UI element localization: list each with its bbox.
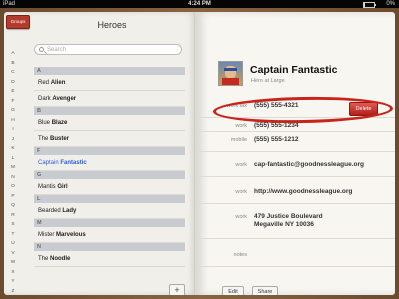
field-value-line2: Megaville NY 10036 <box>254 221 314 228</box>
group-title: Heroes <box>97 20 127 30</box>
contact-first-name: Dark <box>38 96 53 102</box>
contact-last-name: Buster <box>50 136 70 142</box>
index-letter[interactable]: A <box>7 49 19 59</box>
contact-last-name: Avenger <box>52 96 77 102</box>
search-placeholder: Search <box>47 47 67 53</box>
contact-last-name: Lady <box>62 208 77 214</box>
field-value: (555) 555-1212 <box>254 136 299 143</box>
index-letter[interactable]: C <box>7 68 19 78</box>
groups-button[interactable]: Groups <box>6 15 30 29</box>
field-label: work <box>235 214 247 220</box>
detail-field[interactable]: notes <box>196 247 395 267</box>
field-value: cap-fantastic@goodnessleague.org <box>254 161 364 168</box>
index-letter[interactable]: R <box>7 211 19 221</box>
contact-row[interactable]: Bearded Lady <box>34 203 185 219</box>
index-letter[interactable]: N <box>7 173 19 183</box>
field-label: work <box>235 189 247 195</box>
contact-name: Captain Fantastic <box>250 64 338 76</box>
index-letter[interactable]: Z <box>7 287 19 296</box>
contact-row[interactable]: Dark Avenger <box>34 91 185 107</box>
contact-row[interactable]: Captain Fantastic <box>34 155 185 171</box>
section-index[interactable]: ABCDEFGHIJKLMNOPQRSTUVWXYZ# <box>7 49 19 295</box>
address-book: Groups Heroes Search ABCDEFGHIJKLMNOPQRS… <box>0 8 399 299</box>
index-letter[interactable]: U <box>7 239 19 249</box>
index-letter[interactable]: E <box>7 87 19 97</box>
section-header: B <box>34 107 185 115</box>
index-letter[interactable]: I <box>7 125 19 135</box>
detail-field[interactable]: work 479 Justice Boulevard Megaville NY 10… <box>196 209 395 239</box>
index-letter[interactable]: D <box>7 78 19 88</box>
contact-row[interactable]: Blue Blaze <box>34 115 185 131</box>
contact-detail-page: Captain Fantastic Hero at Large work fax… <box>196 12 395 295</box>
contact-last-name: Fantastic <box>60 160 87 166</box>
contact-row[interactable]: Red Alien <box>34 75 185 91</box>
detail-field[interactable]: mobile (555) 555-1212 <box>196 132 395 152</box>
section-header: G <box>34 171 185 179</box>
search-input[interactable]: Search <box>34 44 182 55</box>
index-letter[interactable]: X <box>7 268 19 278</box>
index-letter[interactable]: W <box>7 258 19 268</box>
field-label: work <box>235 162 247 168</box>
index-letter[interactable]: G <box>7 106 19 116</box>
field-value: 479 Justice Boulevard <box>254 213 323 220</box>
avatar-body <box>222 78 239 85</box>
clock: 4:24 PM <box>188 1 211 7</box>
contact-last-name: Alien <box>50 80 66 86</box>
index-letter[interactable]: H <box>7 116 19 126</box>
section-header: A <box>34 67 185 75</box>
battery-fill <box>364 3 365 7</box>
index-letter[interactable]: Q <box>7 201 19 211</box>
contact-first-name: Bearded <box>38 208 63 214</box>
index-letter[interactable]: M <box>7 163 19 173</box>
detail-field[interactable]: work http://www.goodnessleague.org <box>196 184 395 204</box>
contact-first-name: Captain <box>38 160 61 166</box>
field-label: mobile <box>230 137 247 143</box>
index-letter[interactable]: L <box>7 154 19 164</box>
avatar-mask <box>224 68 237 71</box>
field-value: http://www.goodnessleague.org <box>254 188 353 195</box>
battery-percent: 0% <box>386 1 395 7</box>
status-bar: iPad 4:24 PM 0% <box>0 0 399 8</box>
contact-last-name: Marvelous <box>56 232 86 238</box>
index-letter[interactable]: F <box>7 97 19 107</box>
contact-first-name: The <box>38 256 51 262</box>
edit-button[interactable]: Edit <box>222 286 244 295</box>
contact-row[interactable]: The Noodle <box>34 251 185 267</box>
contact-row[interactable]: Mister Marvelous <box>34 227 185 243</box>
contact-row[interactable]: The Buster <box>34 131 185 147</box>
contact-first-name: Red <box>38 80 51 86</box>
contact-subtitle: Hero at Large <box>251 78 285 84</box>
field-label: work <box>235 123 247 129</box>
contact-first-name: Mantis <box>38 184 58 190</box>
field-label: notes <box>233 252 247 258</box>
index-letter[interactable]: J <box>7 135 19 145</box>
detail-field[interactable]: work cap-fantastic@goodnessleague.org <box>196 157 395 177</box>
index-letter[interactable]: S <box>7 220 19 230</box>
index-letter[interactable]: K <box>7 144 19 154</box>
contacts-list-page: Groups Heroes Search ABCDEFGHIJKLMNOPQRS… <box>4 12 196 295</box>
index-letter[interactable]: B <box>7 59 19 69</box>
contact-row[interactable]: Mantis Girl <box>34 179 185 195</box>
contact-first-name: Mister <box>38 232 56 238</box>
contact-first-name: Blue <box>38 120 52 126</box>
index-letter[interactable]: Y <box>7 277 19 287</box>
index-letter[interactable]: T <box>7 230 19 240</box>
section-header: M <box>34 219 185 227</box>
contact-last-name: Noodle <box>50 256 71 262</box>
section-header: F <box>34 147 185 155</box>
index-letter[interactable]: P <box>7 192 19 202</box>
search-icon <box>39 47 44 52</box>
contact-last-name: Blaze <box>51 120 68 126</box>
contact-last-name: Girl <box>57 184 68 190</box>
index-letter[interactable]: O <box>7 182 19 192</box>
avatar[interactable] <box>218 61 243 86</box>
section-header: L <box>34 195 185 203</box>
contact-first-name: The <box>38 136 51 142</box>
section-header: N <box>34 243 185 251</box>
contacts-list: A Red Alien Dark Avenger B Blue Blaze The Bus… <box>34 67 185 267</box>
share-button[interactable]: Share <box>252 286 278 295</box>
index-letter[interactable]: V <box>7 249 19 259</box>
add-contact-button[interactable]: + <box>169 284 185 295</box>
